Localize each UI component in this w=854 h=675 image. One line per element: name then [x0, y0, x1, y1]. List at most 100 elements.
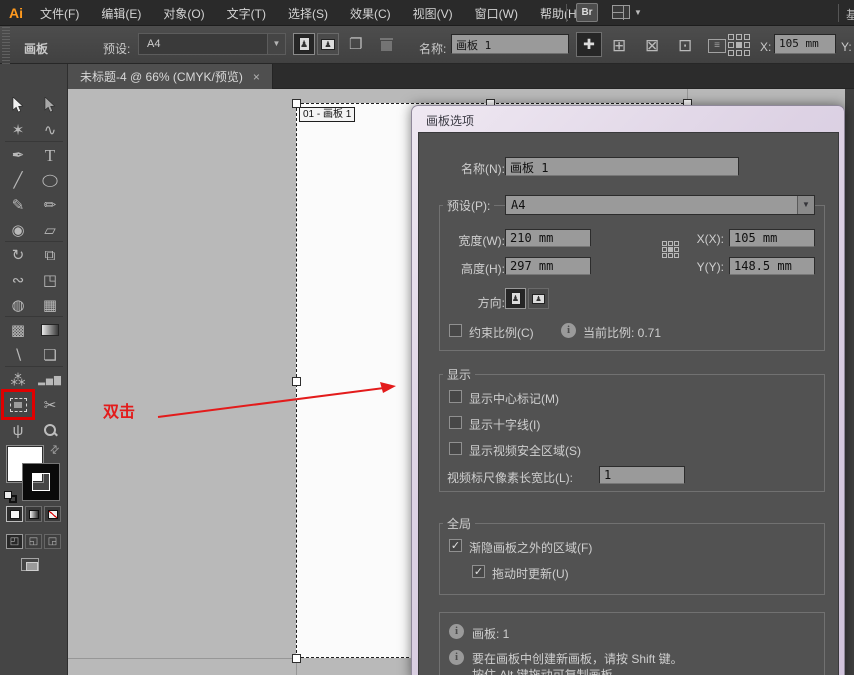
tab-close-icon[interactable]: ×	[253, 70, 260, 84]
dialog-preset-dropdown[interactable]: A4 ▼	[505, 195, 815, 215]
width-tool-icon: ∾	[12, 273, 25, 288]
width-tool[interactable]: ∾	[4, 268, 32, 292]
artboard-name-input[interactable]: 画板 1	[451, 34, 569, 54]
menu-file[interactable]: 文件(F)	[40, 5, 79, 22]
artboard-options-icon[interactable]: ≡	[708, 39, 726, 53]
x-input[interactable]: 105 mm	[774, 34, 836, 54]
portrait-orientation-button[interactable]: ♟	[293, 33, 315, 55]
fade-region-checkbox[interactable]: ✓	[449, 539, 462, 552]
gradient-button[interactable]	[25, 506, 42, 522]
menu-separator-2	[838, 4, 839, 22]
menu-window[interactable]: 窗口(W)	[475, 5, 518, 22]
pen-tool[interactable]: ✒	[4, 143, 32, 167]
update-while-dragging-checkbox[interactable]: ✓	[472, 565, 485, 578]
convert-dashed-icon[interactable]: ⊡	[678, 37, 692, 54]
menu-edit[interactable]: 编辑(E)	[101, 5, 141, 22]
show-cross-hairs-checkbox[interactable]	[449, 416, 462, 429]
new-artboard-icon[interactable]: ❐	[349, 37, 362, 52]
fade-region-label: 渐隐画板之外的区域(F)	[469, 539, 592, 556]
tip-line-1: 要在画板中创建新画板，请按 Shift 键。	[472, 650, 683, 667]
artboard-name-tag: 01 - 画板 1	[299, 107, 355, 122]
mesh-tool[interactable]: ▩	[4, 318, 32, 342]
artboard-tool-highlight	[1, 389, 35, 420]
menu-view[interactable]: 视图(V)	[413, 5, 453, 22]
landscape-orientation-button[interactable]: ♟	[317, 33, 339, 55]
menu-type[interactable]: 文字(T)	[227, 5, 266, 22]
stroke-swatch[interactable]	[23, 464, 59, 500]
menu-help[interactable]: 帮助(H)	[540, 5, 581, 22]
ratio-info-icon: i	[561, 323, 576, 338]
blend-tool[interactable]: ❏	[36, 343, 64, 367]
tool-divider	[5, 241, 63, 242]
column-graph-tool[interactable]: ▂▅▇	[36, 368, 64, 392]
none-button[interactable]	[44, 506, 61, 522]
menu-object[interactable]: 对象(O)	[163, 5, 204, 22]
delete-artboard-icon[interactable]	[380, 38, 394, 53]
zoom-tool[interactable]	[36, 418, 64, 442]
width-input[interactable]: 210 mm	[505, 229, 591, 247]
dialog-landscape-button[interactable]: ♟	[528, 288, 549, 309]
selection-tool[interactable]	[4, 93, 32, 117]
height-input[interactable]: 297 mm	[505, 257, 591, 275]
reference-point-grid[interactable]	[728, 34, 750, 56]
show-video-safe-checkbox[interactable]	[449, 442, 462, 455]
dialog-x-input[interactable]: 105 mm	[729, 229, 815, 247]
new-artboard-dashed-icon[interactable]: ⊞	[612, 37, 626, 54]
dialog-reference-point-grid[interactable]	[662, 241, 679, 258]
hand-tool[interactable]: ψ	[4, 418, 32, 442]
dialog-body: 名称(N): 画板 1 预设(P): A4 ▼ 宽度(W): 210 mm X(…	[418, 132, 839, 675]
none-fill-icon	[48, 510, 58, 519]
line-segment-tool[interactable]: ╱	[4, 168, 32, 192]
perspective-grid-tool[interactable]: ▦	[36, 293, 64, 317]
menu-effect[interactable]: 效果(C)	[350, 5, 391, 22]
color-button[interactable]	[6, 506, 23, 522]
move-artboard-button[interactable]: ✚	[576, 32, 602, 57]
ellipse-tool[interactable]: ◯	[36, 168, 64, 192]
blob-brush-tool[interactable]: ◉	[4, 218, 32, 242]
portrait-icon: ♟	[299, 37, 310, 51]
dialog-landscape-icon: ♟	[532, 294, 545, 304]
swap-fill-stroke-icon[interactable]: ⇄	[47, 442, 63, 458]
show-center-mark-checkbox[interactable]	[449, 390, 462, 403]
gradient-tool[interactable]	[36, 318, 64, 342]
eyedropper-tool[interactable]: ∖	[4, 343, 32, 367]
draw-behind-button[interactable]: ◱	[25, 534, 42, 549]
pencil-tool[interactable]: ✏	[36, 193, 64, 217]
pixel-ratio-input[interactable]: 1	[599, 466, 685, 484]
type-tool[interactable]: T	[36, 143, 64, 167]
constrain-checkbox[interactable]	[449, 324, 462, 337]
slice-tool[interactable]: ✂	[36, 393, 64, 417]
dialog-y-input[interactable]: 148.5 mm	[729, 257, 815, 275]
shape-builder-tool[interactable]: ◍	[4, 293, 32, 317]
workspace-dropdown-arrow-icon[interactable]: ▼	[634, 8, 642, 17]
dialog-name-input[interactable]: 画板 1	[505, 157, 739, 176]
menu-select[interactable]: 选择(S)	[288, 5, 328, 22]
dialog-x-label: X(X):	[679, 232, 724, 246]
default-fill-stroke-icon[interactable]	[4, 491, 18, 504]
lasso-tool[interactable]: ∿	[36, 118, 64, 142]
rotate-tool[interactable]: ↻	[4, 243, 32, 267]
artboard-handle-bottom-left[interactable]	[292, 654, 301, 663]
workspace-name-partial[interactable]: 基	[846, 6, 854, 23]
dialog-preset-arrow-icon[interactable]: ▼	[797, 196, 814, 214]
artboard-count-text: 画板: 1	[472, 625, 509, 642]
draw-normal-button[interactable]: ◰	[6, 534, 23, 549]
eraser-tool[interactable]: ▱	[36, 218, 64, 242]
direct-selection-tool[interactable]	[36, 93, 64, 117]
bridge-button[interactable]: Br	[576, 3, 598, 22]
paintbrush-tool[interactable]: ✎	[4, 193, 32, 217]
preset-dropdown[interactable]: A4 ▼	[138, 33, 286, 55]
scale-tool[interactable]: ⧉	[36, 243, 64, 267]
draw-inside-button[interactable]: ◲	[44, 534, 61, 549]
panel-grip[interactable]	[2, 26, 10, 64]
dialog-portrait-button[interactable]: ♟	[505, 288, 526, 309]
magic-wand-tool[interactable]: ✶	[4, 118, 32, 142]
workspace-switcher-icon[interactable]	[612, 5, 630, 19]
document-tab[interactable]: 未标题-4 @ 66% (CMYK/预览) ×	[68, 64, 273, 89]
artboard-handle-top-left[interactable]	[292, 99, 301, 108]
y-label: Y:	[841, 40, 852, 54]
free-transform-tool[interactable]: ◳	[36, 268, 64, 292]
delete-dashed-icon[interactable]: ⊠	[645, 37, 659, 54]
preset-dropdown-arrow-icon[interactable]: ▼	[267, 34, 285, 54]
screen-mode-icon[interactable]	[21, 558, 39, 571]
